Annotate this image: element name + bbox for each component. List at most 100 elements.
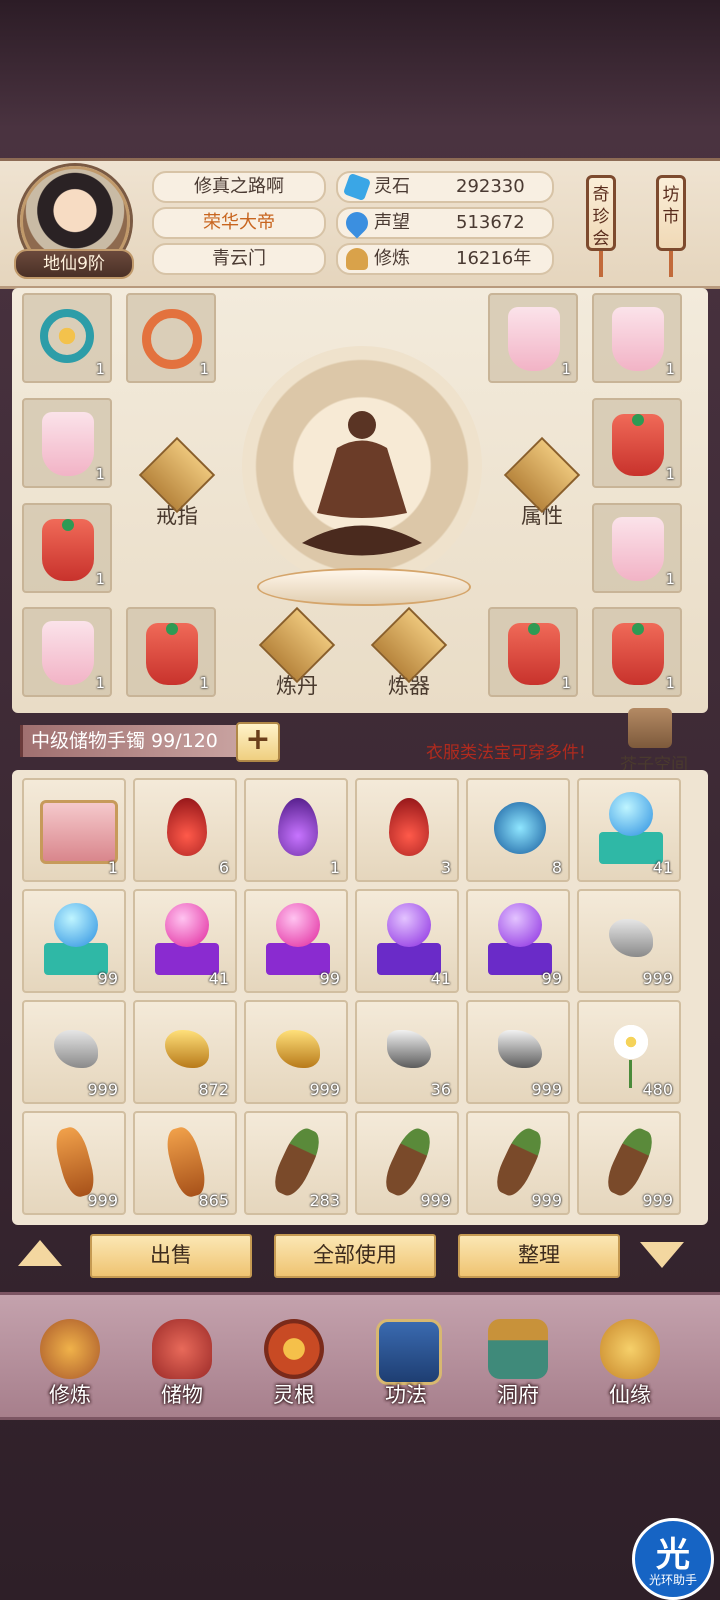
resource-value: 513672 [456, 212, 525, 233]
inventory-item[interactable]: 999 [577, 889, 681, 993]
resource-reputation: 声望 513672 [336, 207, 554, 239]
inventory-grid: 1 6 1 3 8 41 99 41 99 41 99 999 999 872 999 36 999 480 999… [12, 770, 708, 1225]
nav-spirit-root[interactable]: 灵根 [239, 1305, 349, 1413]
attribute-button[interactable]: 属性 [502, 436, 582, 530]
gem-icon [528, 623, 540, 635]
expand-storage-button[interactable]: + [236, 722, 280, 762]
inventory-item[interactable]: 99 [466, 889, 570, 993]
nav-storage[interactable]: 储物 [127, 1305, 237, 1413]
resource-label: 修炼 [374, 248, 410, 269]
equip-slot-robe[interactable]: 1 [22, 607, 112, 697]
item-count: 999 [531, 1080, 562, 1099]
inventory-item[interactable]: 99 [244, 889, 348, 993]
nav-label: 修炼 [49, 1383, 91, 1407]
inventory-item[interactable]: 3 [355, 778, 459, 882]
blue-pearl-stand-icon [609, 792, 653, 836]
slot-count: 1 [199, 360, 209, 378]
equip-slot-robe[interactable]: 1 [126, 607, 216, 697]
inventory-item[interactable]: 6 [133, 778, 237, 882]
alchemy-button[interactable]: 炼丹 [257, 606, 337, 700]
equip-slot-robe[interactable]: 1 [592, 503, 682, 593]
nav-cave[interactable]: 洞府 [463, 1305, 573, 1413]
gem-icon [632, 414, 644, 426]
slot-count: 1 [665, 360, 675, 378]
forge-button[interactable]: 炼器 [369, 606, 449, 700]
technique-book-icon [376, 1319, 442, 1385]
cave-house-icon [488, 1319, 548, 1379]
nav-label: 仙缘 [609, 1383, 651, 1407]
equip-slot-robe[interactable]: 1 [22, 398, 112, 488]
inventory-item[interactable]: 41 [133, 889, 237, 993]
inventory-item[interactable]: 872 [133, 1000, 237, 1104]
gem-icon [632, 623, 644, 635]
mustard-space-icon[interactable] [628, 708, 672, 748]
inventory-item[interactable]: 8 [466, 778, 570, 882]
scroll-down-icon[interactable] [640, 1242, 684, 1268]
inventory-item[interactable]: 865 [133, 1111, 237, 1215]
tassel-decoration [599, 251, 603, 277]
resource-label: 声望 [374, 212, 410, 233]
inventory-item[interactable]: 999 [466, 1111, 570, 1215]
helper-floating-button[interactable]: 光 光环助手 [632, 1518, 714, 1600]
nav-technique[interactable]: 功法 [351, 1305, 461, 1413]
resource-value: 292330 [456, 176, 525, 197]
nav-label: 功法 [385, 1383, 427, 1407]
iron-ore-icon [387, 1030, 431, 1068]
inventory-item[interactable]: 999 [577, 1111, 681, 1215]
qizhenhui-button[interactable]: 奇珍会 [586, 175, 616, 251]
item-count: 999 [642, 969, 673, 988]
market-button[interactable]: 坊市 [656, 175, 686, 251]
equip-slot-robe[interactable]: 1 [592, 607, 682, 697]
use-all-button[interactable]: 全部使用 [274, 1234, 436, 1278]
inventory-item[interactable]: 1 [244, 778, 348, 882]
inventory-item[interactable]: 999 [22, 1111, 126, 1215]
player-name: 修真之路啊 [152, 171, 326, 203]
inventory-item[interactable]: 36 [355, 1000, 459, 1104]
cultivation-icon [40, 1319, 100, 1379]
inventory-item[interactable]: 999 [355, 1111, 459, 1215]
equip-slot-robe[interactable]: 1 [592, 398, 682, 488]
equipment-panel: 1 1 1 1 1 1 1 1 1 1 1 1 戒指 属性 炼丹 炼器 [12, 288, 708, 713]
pink-robe-icon [612, 517, 664, 581]
inventory-item[interactable]: 999 [22, 1000, 126, 1104]
item-count: 99 [319, 969, 340, 988]
sort-button[interactable]: 整理 [458, 1234, 620, 1278]
inventory-item[interactable]: 41 [355, 889, 459, 993]
player-sect: 青云门 [152, 243, 326, 275]
ring-button[interactable]: 戒指 [137, 436, 217, 530]
slot-count: 1 [665, 570, 675, 588]
blue-spirit-orb-icon [494, 802, 546, 854]
inventory-item[interactable]: 999 [466, 1000, 570, 1104]
resource-cultivation: 修炼 16216年 [336, 243, 554, 275]
item-count: 36 [430, 1080, 451, 1099]
equip-slot-ring[interactable]: 1 [22, 293, 112, 383]
item-count: 99 [541, 969, 562, 988]
slot-count: 1 [561, 674, 571, 692]
scroll-up-icon[interactable] [18, 1240, 62, 1266]
inventory-item[interactable]: 480 [577, 1000, 681, 1104]
inventory-item[interactable]: 1 [22, 778, 126, 882]
nav-cultivation[interactable]: 修炼 [15, 1305, 125, 1413]
inventory-item[interactable]: 99 [22, 889, 126, 993]
treasure-box-icon [40, 800, 118, 864]
item-count: 999 [642, 1191, 673, 1210]
storage-notice: 衣服类法宝可穿多件! [426, 743, 586, 763]
equip-slot-robe[interactable]: 1 [592, 293, 682, 383]
spirit-stone-icon [342, 172, 372, 202]
nav-fate[interactable]: 仙缘 [575, 1305, 685, 1413]
inventory-item[interactable]: 999 [244, 1000, 348, 1104]
inventory-item[interactable]: 41 [577, 778, 681, 882]
magenta-pearl-stand-icon [276, 903, 320, 947]
item-count: 872 [198, 1080, 229, 1099]
sell-button[interactable]: 出售 [90, 1234, 252, 1278]
equip-slot-robe[interactable]: 1 [22, 503, 112, 593]
equip-slot-robe[interactable]: 1 [488, 607, 578, 697]
nav-label: 洞府 [497, 1383, 539, 1407]
inventory-item[interactable]: 283 [244, 1111, 348, 1215]
item-count: 1 [107, 858, 118, 877]
equip-slot-ring[interactable]: 1 [126, 293, 216, 383]
equip-slot-robe[interactable]: 1 [488, 293, 578, 383]
spirit-root-icon [264, 1319, 324, 1379]
pink-robe-icon [508, 307, 560, 371]
item-count: 999 [531, 1191, 562, 1210]
